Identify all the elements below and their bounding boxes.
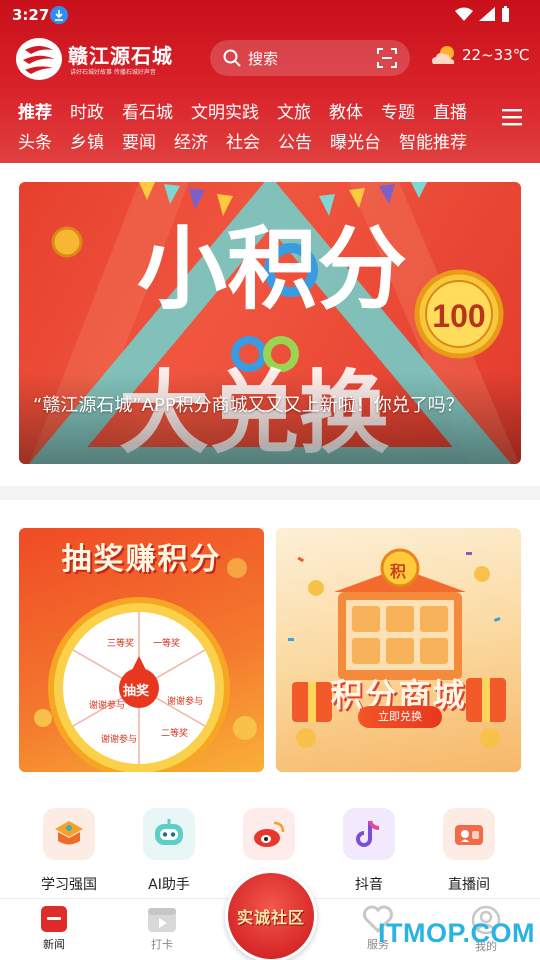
tool-label: AI助手	[148, 877, 190, 893]
news-icon	[41, 906, 67, 932]
brand-logo-icon	[16, 38, 62, 80]
weather-temperature: 22~33℃	[462, 46, 530, 64]
nav-tab-society[interactable]: 社会	[226, 128, 260, 153]
hamburger-menu-icon[interactable]	[502, 108, 522, 126]
status-icons	[455, 6, 510, 22]
nav-tab-politics[interactable]: 时政	[70, 98, 104, 123]
checkin-icon	[148, 908, 176, 932]
nav-tab-live[interactable]: 直播	[433, 98, 467, 123]
brand: 赣江源石城 讲好石城好故事 传播石城好声音	[16, 36, 180, 84]
wheel-segment-label: 三等奖	[107, 639, 135, 649]
wheel-segment-label: 二等奖	[161, 729, 189, 739]
points-mall-card[interactable]: 积 积分商城 立即兑换	[276, 528, 521, 772]
brand-slogan: 讲好石城好故事 传播石城好声音	[70, 69, 156, 76]
watermark: ITMOP.COM	[378, 918, 536, 948]
nav-tab-tourism[interactable]: 文旅	[277, 98, 311, 123]
tab-label: 打卡	[151, 938, 173, 951]
nav-tab-notices[interactable]: 公告	[278, 128, 312, 153]
tool-label: 抖音	[355, 877, 383, 893]
download-icon	[50, 6, 68, 24]
wifi-icon	[455, 7, 473, 21]
nav-row-1: 推荐 时政 看石城 文明实践 文旅 教体 专题 直播	[18, 98, 485, 123]
nav-tab-news[interactable]: 要闻	[122, 128, 156, 153]
tab-label: 新闻	[43, 938, 65, 951]
status-time: 3:27	[12, 6, 50, 24]
banner-artwork: 100 小积分 大兑换	[19, 182, 521, 464]
nav-tab-education[interactable]: 教体	[329, 98, 363, 123]
nav-tab-topics[interactable]: 专题	[381, 98, 415, 123]
nav-tab-towns[interactable]: 乡镇	[70, 128, 104, 153]
nav-tab-smart[interactable]: 智能推荐	[399, 128, 467, 153]
tab-checkin[interactable]: 打卡	[132, 905, 192, 952]
lottery-card[interactable]: 抽奖赚积分 抽奖 三等奖 一等奖 谢谢参与 二等奖 谢谢参与 谢谢参与	[19, 528, 264, 772]
tool-label: 学习强国	[41, 877, 97, 893]
wheel-center-label[interactable]: 抽奖	[123, 680, 149, 699]
weather-widget[interactable]: 22~33℃	[430, 44, 530, 66]
hero-banner[interactable]: 100 小积分 大兑换 “赣江源石城”APP积分商城又又又上新啦！你兑了吗？	[19, 182, 521, 464]
douyin-icon	[343, 808, 395, 860]
banner-caption: “赣江源石城”APP积分商城又又又上新啦！你兑了吗？	[33, 395, 464, 416]
nav-tab-exposure[interactable]: 曝光台	[330, 128, 381, 153]
tab-news[interactable]: 新闻	[24, 905, 84, 952]
battery-icon	[502, 6, 509, 22]
nav-tab-recommend[interactable]: 推荐	[18, 98, 52, 123]
tool-xuexi-qiangguo[interactable]: 学习强国	[29, 808, 109, 894]
brand-name: 赣江源石城	[68, 44, 173, 68]
wheel-segment-label: 一等奖	[153, 639, 181, 649]
community-center-label: 实诚社区	[236, 908, 305, 927]
section-divider	[0, 486, 540, 500]
wheel-segment-label: 谢谢参与	[167, 697, 204, 707]
wheel-segment-label: 谢谢参与	[89, 701, 126, 711]
tool-douyin[interactable]: 抖音	[329, 808, 409, 894]
search-icon	[223, 49, 241, 67]
nav-tab-shicheng[interactable]: 看石城	[122, 98, 173, 123]
tool-label: 直播间	[448, 877, 490, 893]
nav-tab-civilization[interactable]: 文明实践	[191, 98, 259, 123]
banner-badge-value: 100	[432, 298, 485, 334]
live-room-icon	[443, 808, 495, 860]
weather-icon	[432, 46, 455, 64]
prize-wheel	[34, 558, 257, 772]
points-mall-emblem: 积	[390, 562, 407, 581]
weibo-icon	[243, 808, 295, 860]
nav-tab-headlines[interactable]: 头条	[18, 128, 52, 153]
app-header: 3:27 赣江源石城 讲好石城好故事 传播石城好声音 搜索 22~33℃ 推荐 …	[0, 0, 540, 163]
redeem-now-button[interactable]: 立即兑换	[358, 706, 442, 728]
search-placeholder: 搜索	[248, 49, 279, 68]
search-input[interactable]: 搜索	[210, 40, 410, 76]
xuexi-qiangguo-icon	[43, 808, 95, 860]
scan-icon[interactable]	[376, 47, 398, 69]
nav-tab-economy[interactable]: 经济	[174, 128, 208, 153]
tool-ai-assistant[interactable]: AI助手	[129, 808, 209, 894]
robot-icon	[143, 808, 195, 860]
wheel-segment-label: 谢谢参与	[101, 735, 138, 745]
nav-row-2: 头条 乡镇 要闻 经济 社会 公告 曝光台 智能推荐	[18, 128, 485, 153]
tool-live-room[interactable]: 直播间	[429, 808, 509, 894]
signal-icon	[479, 7, 495, 21]
community-center-button[interactable]: 实诚社区	[225, 870, 317, 960]
status-bar: 3:27	[0, 0, 540, 32]
banner-art-text-top: 小积分	[137, 216, 407, 322]
